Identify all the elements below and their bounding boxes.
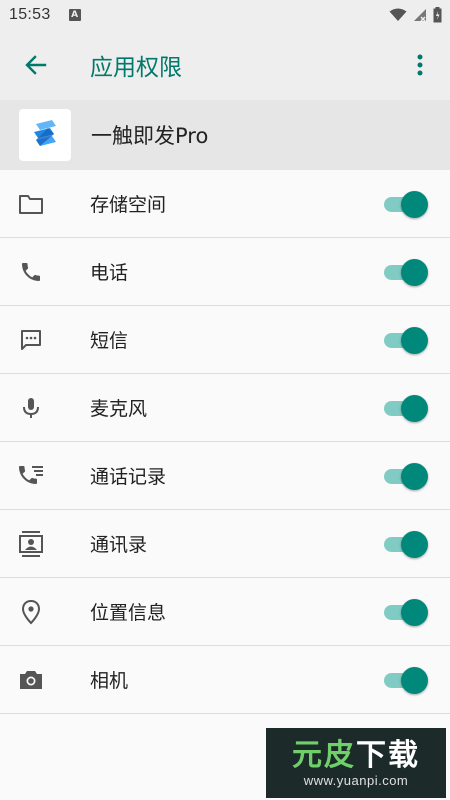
status-time: 15:53 [9,6,51,23]
watermark: 元皮下载 www.yuanpi.com [266,728,446,798]
notification-icon: A [68,9,81,21]
status-icons [389,7,442,23]
phone-icon [18,259,44,285]
folder-icon [18,191,44,217]
watermark-logo-part2: 下载 [356,737,420,773]
permission-label: 相机 [90,670,129,692]
camera-icon [18,667,44,693]
microphone-icon [18,395,44,421]
permission-row-microphone[interactable]: 麦克风 [0,374,450,442]
permission-label: 电话 [90,262,129,284]
watermark-logo: 元皮下载 [292,737,420,773]
more-vert-icon [417,54,423,76]
back-button[interactable] [22,51,50,79]
permission-row-phone[interactable]: 电话 [0,238,450,306]
app-logo-icon [34,120,56,146]
app-bar: 应用权限 [0,30,450,100]
permission-label: 通话记录 [90,466,167,488]
wifi-icon [389,8,407,21]
permission-toggle[interactable] [382,394,428,422]
watermark-logo-part1: 元皮 [292,737,356,773]
status-bar: 15:53 A [0,0,450,30]
app-header: 一触即发Pro [0,100,450,170]
sms-icon [18,327,44,353]
app-name: 一触即发Pro [91,124,209,148]
permission-toggle[interactable] [382,530,428,558]
permission-row-storage[interactable]: 存储空间 [0,170,450,238]
permission-label: 存储空间 [90,194,167,216]
location-icon [18,599,44,625]
permission-label: 位置信息 [90,602,167,624]
permission-label: 短信 [90,330,129,352]
page-title: 应用权限 [90,55,182,81]
permission-toggle[interactable] [382,326,428,354]
back-arrow-icon [25,55,47,75]
permission-row-call-log[interactable]: 通话记录 [0,442,450,510]
cell-signal-icon [414,9,426,22]
permission-row-location[interactable]: 位置信息 [0,578,450,646]
permission-toggle[interactable] [382,190,428,218]
more-options-button[interactable] [410,51,430,79]
battery-icon [433,7,442,23]
call-log-icon [18,463,44,489]
permission-toggle[interactable] [382,462,428,490]
permission-toggle[interactable] [382,598,428,626]
permission-list: 存储空间 电话 短信 麦克风 通话记录 通讯录 位置信息 相机 [0,170,450,714]
permission-row-camera[interactable]: 相机 [0,646,450,714]
permission-row-contacts[interactable]: 通讯录 [0,510,450,578]
permission-label: 麦克风 [90,398,148,420]
contacts-icon [18,530,44,557]
permission-row-sms[interactable]: 短信 [0,306,450,374]
permission-toggle[interactable] [382,258,428,286]
permission-toggle[interactable] [382,666,428,694]
watermark-url: www.yuanpi.com [303,772,409,788]
permission-label: 通讯录 [90,534,148,556]
app-icon [19,109,71,161]
